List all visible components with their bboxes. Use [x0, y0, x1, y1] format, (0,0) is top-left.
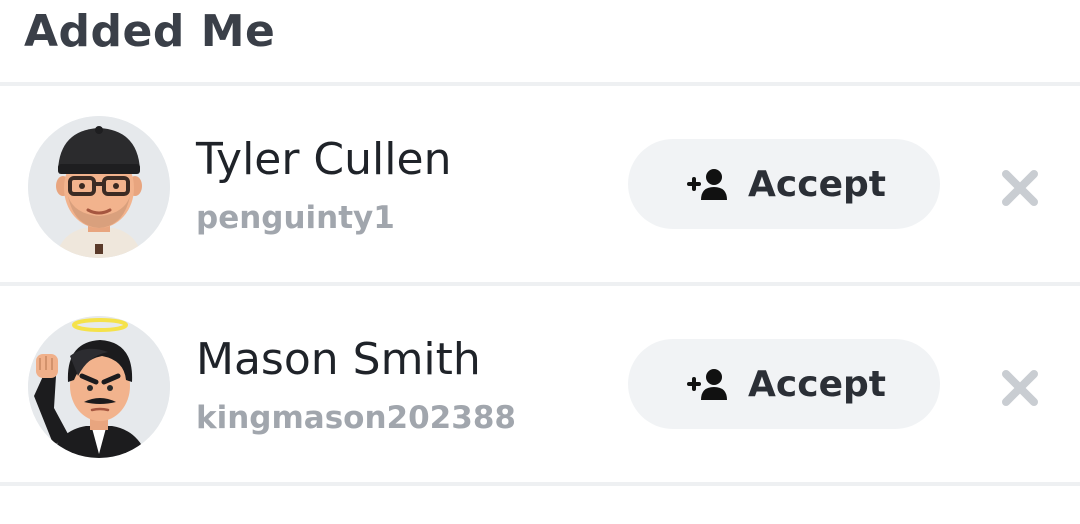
- close-icon[interactable]: [1000, 168, 1040, 208]
- divider: [0, 482, 1080, 486]
- section-title: Added Me: [24, 6, 276, 57]
- section-header: Added Me: [0, 0, 1080, 82]
- accept-button[interactable]: Accept: [628, 339, 940, 429]
- bitmoji-avatar-halo-fist-icon[interactable]: [28, 316, 170, 458]
- add-friend-icon: [687, 369, 728, 400]
- bitmoji-avatar-cap-glasses-icon[interactable]: [28, 116, 170, 258]
- display-name: Mason Smith: [196, 334, 481, 385]
- friend-request-row: Mason Smith kingmason202388 Accept: [0, 286, 1080, 482]
- accept-button[interactable]: Accept: [628, 139, 940, 229]
- username: kingmason202388: [196, 400, 516, 436]
- display-name: Tyler Cullen: [196, 134, 452, 185]
- friend-request-row: Tyler Cullen penguinty1 Accept: [0, 86, 1080, 282]
- close-icon[interactable]: [1000, 368, 1040, 408]
- accept-label: Accept: [748, 163, 886, 205]
- username: penguinty1: [196, 200, 395, 236]
- add-friend-icon: [687, 169, 728, 200]
- accept-label: Accept: [748, 363, 886, 405]
